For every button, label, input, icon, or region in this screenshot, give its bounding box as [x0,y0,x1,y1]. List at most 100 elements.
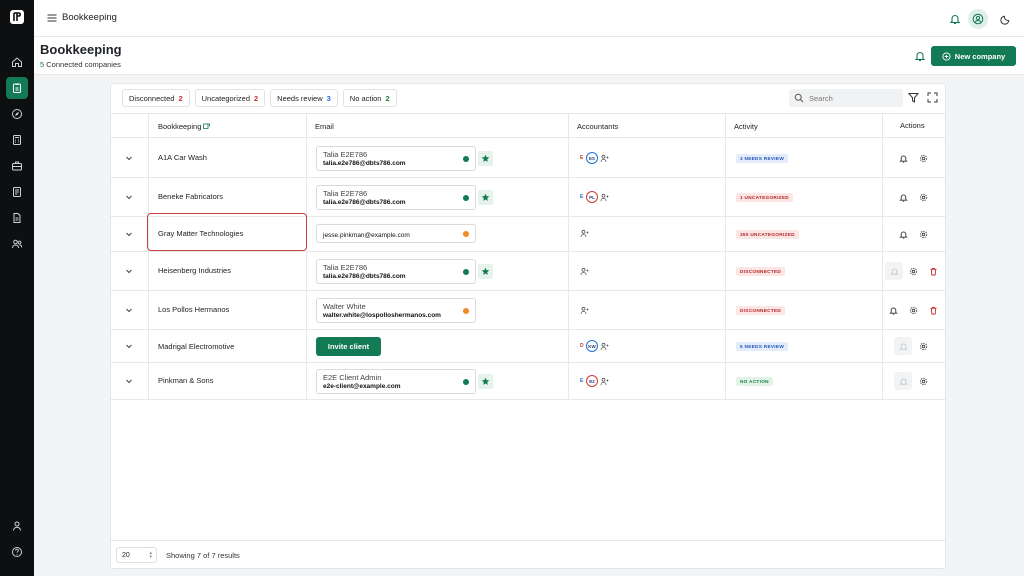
fullscreen-icon[interactable] [927,92,938,103]
bell-icon[interactable] [889,306,898,315]
add-accountant-icon[interactable] [580,306,589,315]
chevron-down-icon[interactable] [125,193,133,201]
nav-calculator-icon[interactable] [6,129,28,151]
connected-companies-summary: 5 Connected companies [40,60,121,69]
dark-mode-moon-icon[interactable] [996,9,1016,29]
table-row[interactable]: A1A Car Wash Talia E2E786 talia.e2e786@d… [111,139,945,178]
chevron-down-icon[interactable] [125,377,133,385]
filter-label: Needs review [277,93,323,103]
connection-status-dot [463,379,469,385]
header-bell-icon[interactable] [914,50,926,62]
table-row[interactable]: Pinkman & Sons E2E Client Admin e2e-clie… [111,363,945,400]
notifications-bell-icon[interactable] [945,9,965,29]
nav-briefcase-icon[interactable] [6,155,28,177]
gear-icon[interactable] [919,377,928,386]
bell-disabled-icon [894,337,912,355]
gear-icon[interactable] [909,267,918,276]
contact-email: e2e-client@example.com [323,383,401,390]
nav-compass-icon[interactable] [6,103,28,125]
nav-home-icon[interactable] [6,51,28,73]
new-company-button[interactable]: New company [931,46,1016,66]
page-size-select[interactable]: 20 ▴ ▾ [116,547,157,563]
filter-chip-needs-review[interactable]: Needs review 3 [270,89,338,107]
filter-chip-disconnected[interactable]: Disconnected 2 [122,89,190,107]
column-header-actions: Actions [900,121,925,130]
primary-contact-star-icon[interactable] [478,374,493,389]
table-row[interactable]: Beneke Fabricators Talia E2E786 talia.e2… [111,178,945,217]
results-count: Showing 7 of 7 results [166,551,240,560]
bell-icon[interactable] [899,230,908,239]
add-accountant-icon[interactable] [600,154,609,163]
table-row[interactable]: Madrigal Electromotive Invite client D K… [111,330,945,363]
companies-card: Disconnected 2 Uncategorized 2 Needs revie… [110,83,946,569]
gear-icon[interactable] [919,193,928,202]
accountants [580,229,589,238]
accountant-avatar[interactable]: ES [586,152,598,164]
accountant-avatar[interactable]: PL [586,191,598,203]
add-accountant-icon[interactable] [600,377,609,386]
contact-name: Talia E2E786 [323,263,368,272]
contact-box[interactable]: E2E Client Admin e2e-client@example.com [316,369,476,394]
menu-icon[interactable] [46,12,58,24]
add-accountant-icon[interactable] [600,193,609,202]
user-avatar-icon[interactable] [968,9,988,29]
nav-users-icon[interactable] [6,233,28,255]
bell-icon[interactable] [899,154,908,163]
invite-client-button[interactable]: Invite client [316,337,381,356]
trash-icon[interactable] [929,267,938,276]
add-accountant-icon[interactable] [600,342,609,351]
search-input[interactable] [809,93,899,103]
chevron-down-icon[interactable] [125,154,133,162]
contact-box[interactable]: Talia E2E786 talia.e2e786@dbts786.com [316,146,476,171]
company-name[interactable]: Los Pollos Hermanos [158,305,229,314]
table-row[interactable]: Los Pollos Hermanos Walter White walter.… [111,291,945,330]
column-header-activity: Activity [734,122,758,131]
chevron-down-icon[interactable] [125,306,133,314]
trash-icon[interactable] [929,306,938,315]
column-header-bookkeeping[interactable]: Bookkeeping [158,122,211,131]
connected-count: 5 [40,60,45,69]
nav-help-icon[interactable] [6,541,28,563]
gear-icon[interactable] [919,230,928,239]
contact-box[interactable]: Talia E2E786 talia.e2e786@dbts786.com [316,259,476,284]
add-accountant-icon[interactable] [580,229,589,238]
nav-document-icon[interactable] [6,207,28,229]
gear-icon[interactable] [919,154,928,163]
chevron-down-icon[interactable] [125,342,133,350]
filter-chip-no-action[interactable]: No action 2 [342,89,397,107]
page-title: Bookkeeping [40,42,122,57]
app-logo-icon[interactable] [9,9,25,25]
gear-icon[interactable] [919,342,928,351]
nav-ledger-icon[interactable] [6,181,28,203]
chevron-down-icon[interactable] [125,267,133,275]
filter-label: No action [349,93,382,103]
primary-contact-star-icon[interactable] [478,151,493,166]
connection-status-dot [463,231,469,237]
primary-contact-star-icon[interactable] [478,190,493,205]
add-accountant-icon[interactable] [580,267,589,276]
contact-box[interactable]: Walter White walter.white@lospollosherma… [316,298,476,323]
company-name[interactable]: Madrigal Electromotive [158,342,234,351]
company-name[interactable]: Pinkman & Sons [158,376,213,385]
filter-chip-uncategorized[interactable]: Uncategorized 2 [194,89,266,107]
selection-highlight [147,213,307,251]
table-row[interactable]: Heisenberg Industries Talia E2E786 talia… [111,252,945,291]
gear-icon[interactable] [909,306,918,315]
company-name[interactable]: Beneke Fabricators [158,192,223,201]
accountants: D KW [580,340,609,352]
primary-contact-star-icon[interactable] [478,264,493,279]
accountant-avatar[interactable]: KW [586,340,598,352]
contact-box[interactable]: jesse.pinkman@example.com [316,224,476,243]
activity-badge: 1 UNCATEGORIZED [736,193,793,202]
contact-box[interactable]: Talia E2E786 talia.e2e786@dbts786.com [316,185,476,210]
new-company-label: New company [954,51,1006,61]
company-name[interactable]: Heisenberg Industries [158,266,231,275]
nav-bookkeeping-icon[interactable] [6,77,28,99]
company-name[interactable]: A1A Car Wash [158,153,207,162]
nav-profile-icon[interactable] [6,515,28,537]
chevron-down-icon[interactable] [125,230,133,238]
top-bar: Bookkeeping [34,0,1024,37]
filter-funnel-icon[interactable] [908,92,919,103]
bell-icon[interactable] [899,193,908,202]
accountant-avatar[interactable]: E2 [586,375,598,387]
